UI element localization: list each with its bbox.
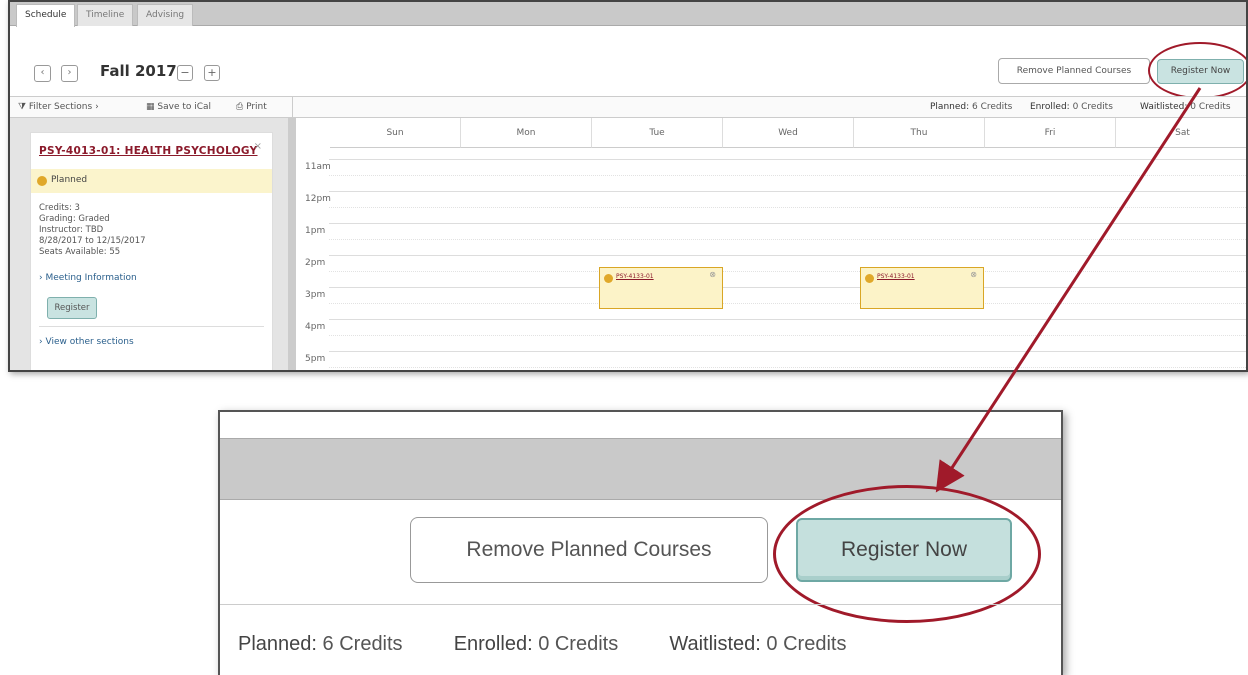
annotation-arrow [935, 87, 1202, 493]
